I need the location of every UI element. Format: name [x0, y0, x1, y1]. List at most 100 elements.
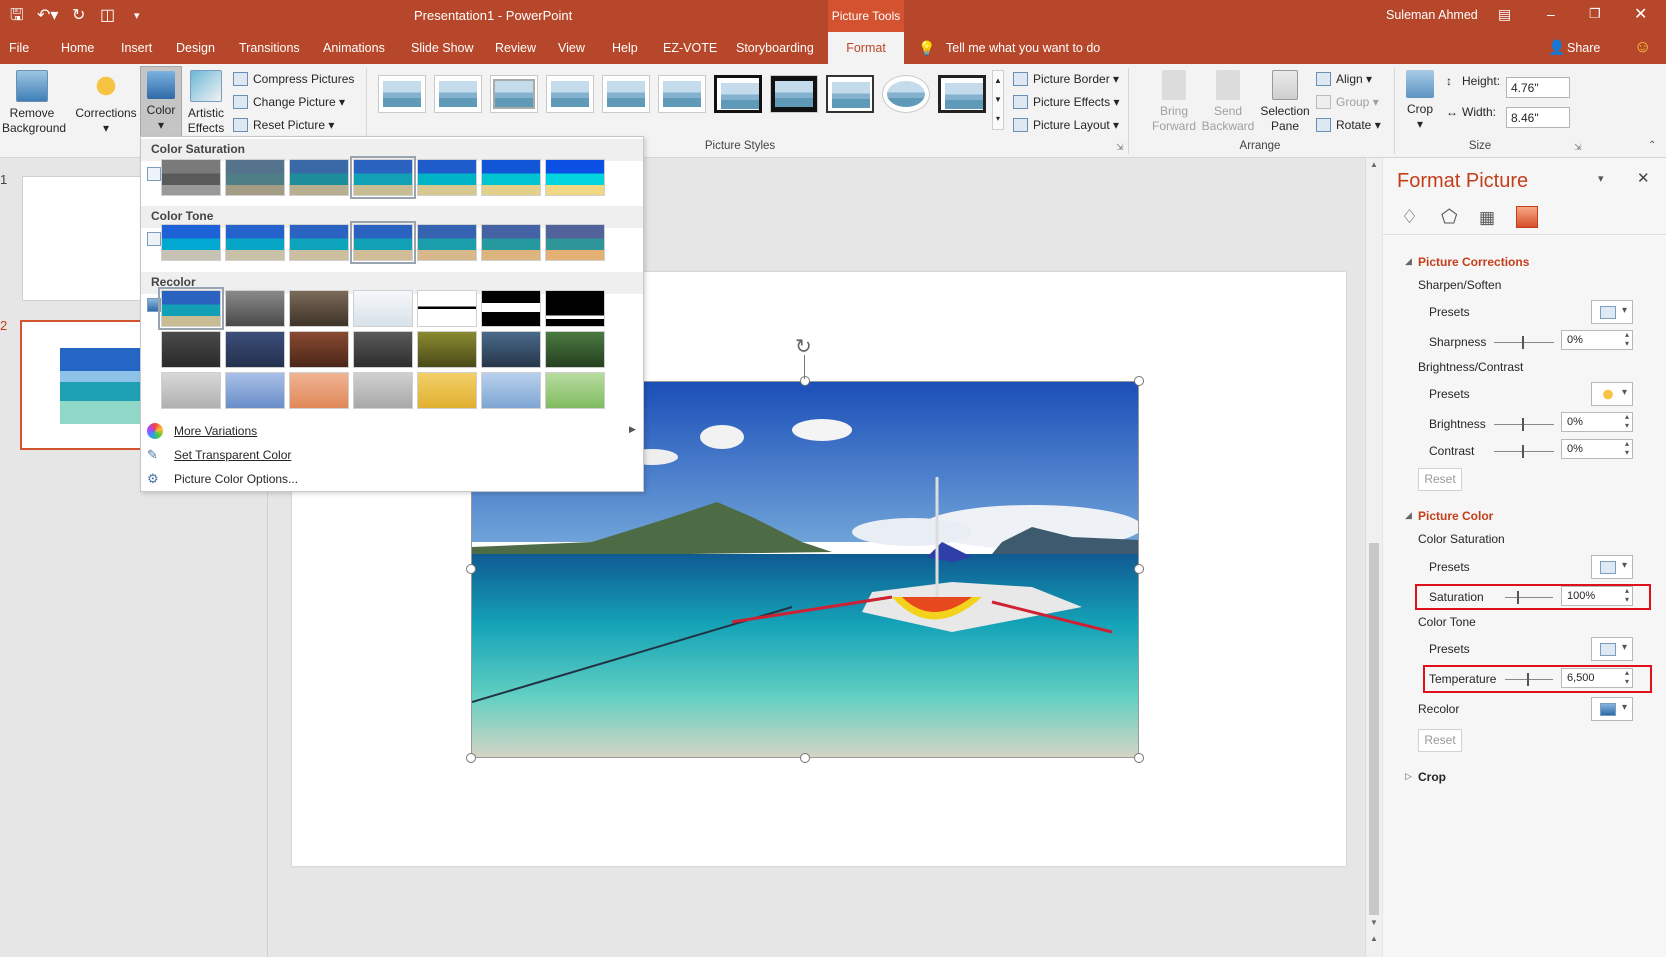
undo-icon[interactable]: ↶▾ [37, 6, 58, 26]
fill-line-icon[interactable]: ♢ [1401, 206, 1418, 229]
picture-style-4[interactable] [546, 75, 594, 113]
saturation-swatch-2[interactable] [225, 159, 285, 196]
redo-icon[interactable]: ↻ [72, 6, 85, 26]
recolor-swatch-12[interactable] [417, 331, 477, 368]
tab-file[interactable]: File [0, 32, 38, 64]
dialog-launcher-icon[interactable]: ⇲ [1116, 142, 1124, 153]
tone-presets-dropdown[interactable] [1591, 637, 1633, 661]
brightness-input[interactable]: 0% [1561, 412, 1633, 432]
recolor-swatch-21[interactable] [545, 372, 605, 409]
saturation-input[interactable]: 100% [1561, 586, 1633, 606]
picture-style-10[interactable] [882, 75, 930, 113]
saturation-swatch-5[interactable] [417, 159, 477, 196]
resize-handle-n[interactable] [800, 376, 810, 386]
resize-handle-w[interactable] [466, 564, 476, 574]
scroll-thumb[interactable] [1369, 543, 1379, 915]
tab-slide-show[interactable]: Slide Show [402, 32, 483, 64]
smiley-feedback-icon[interactable]: ☺ [1634, 37, 1651, 57]
expand-color-icon[interactable]: ◢ [1405, 510, 1412, 521]
size-dialog-launcher-icon[interactable]: ⇲ [1574, 142, 1582, 153]
scroll-down-icon[interactable]: ▼ [1370, 918, 1378, 927]
scroll-up-icon[interactable]: ▲ [1370, 160, 1378, 169]
tone-swatch-5[interactable] [417, 224, 477, 261]
recolor-swatch-6[interactable] [481, 290, 541, 327]
pane-close-icon[interactable]: ✕ [1637, 169, 1650, 187]
ribbon-display-icon[interactable]: ▤ [1498, 6, 1511, 23]
height-input[interactable]: 4.76" [1506, 77, 1570, 98]
sharpen-presets-dropdown[interactable] [1591, 300, 1633, 324]
present-icon[interactable]: ◫ [100, 6, 115, 26]
picture-border-button[interactable]: Picture Border ▾ [1013, 70, 1119, 88]
recolor-swatch-17[interactable] [289, 372, 349, 409]
saturation-swatch-1[interactable] [161, 159, 221, 196]
picture-style-7[interactable] [714, 75, 762, 113]
tab-view[interactable]: View [549, 32, 594, 64]
minimize-icon[interactable]: – [1547, 6, 1555, 22]
compress-pictures-button[interactable]: Compress Pictures [233, 70, 354, 88]
crop-section-header[interactable]: Crop [1418, 770, 1446, 784]
styles-gallery-scroll[interactable]: ▲ ▼ ▾ [992, 70, 1004, 130]
tab-home[interactable]: Home [52, 32, 103, 64]
picture-style-9[interactable] [826, 75, 874, 113]
size-properties-icon[interactable]: ▦ [1479, 208, 1495, 228]
collapse-ribbon-icon[interactable]: ⌃ [1648, 140, 1656, 151]
recolor-swatch-15[interactable] [161, 372, 221, 409]
picture-style-6[interactable] [658, 75, 706, 113]
picture-layout-button[interactable]: Picture Layout ▾ [1013, 116, 1119, 134]
recolor-swatch-13[interactable] [481, 331, 541, 368]
tone-swatch-2[interactable] [225, 224, 285, 261]
resize-handle-se[interactable] [1134, 753, 1144, 763]
customize-qat-icon[interactable]: ▾ [134, 6, 140, 26]
tell-me-search[interactable]: Tell me what you want to do [946, 41, 1100, 55]
expand-corrections-icon[interactable]: ◢ [1405, 256, 1412, 267]
share-button[interactable]: Share [1567, 41, 1600, 55]
recolor-swatch-14[interactable] [545, 331, 605, 368]
recolor-swatch-8[interactable] [161, 331, 221, 368]
crop-button[interactable]: Crop ▾ [1400, 70, 1440, 132]
picture-style-11[interactable] [938, 75, 986, 113]
recolor-swatch-2[interactable] [225, 290, 285, 327]
recolor-swatch-9[interactable] [225, 331, 285, 368]
recolor-dropdown[interactable] [1591, 697, 1633, 721]
close-icon[interactable]: ✕ [1634, 4, 1647, 24]
corrections-button[interactable]: Corrections ▾ [72, 70, 140, 136]
temperature-input[interactable]: 6,500 [1561, 668, 1633, 688]
corrections-reset-button[interactable]: Reset [1418, 468, 1462, 491]
picture-effects-button[interactable]: Picture Effects ▾ [1013, 93, 1120, 111]
recolor-swatch-18[interactable] [353, 372, 413, 409]
recolor-swatch-5[interactable] [417, 290, 477, 327]
tab-storyboarding[interactable]: Storyboarding [727, 32, 823, 64]
tone-swatch-3[interactable] [289, 224, 349, 261]
tab-animations[interactable]: Animations [314, 32, 394, 64]
expand-crop-icon[interactable]: ▷ [1405, 771, 1412, 782]
sharpness-input[interactable]: 0% [1561, 330, 1633, 350]
tone-swatch-1[interactable] [161, 224, 221, 261]
selection-pane-button[interactable]: Selection Pane [1258, 70, 1312, 134]
brightness-presets-dropdown[interactable] [1591, 382, 1633, 406]
effects-pentagon-icon[interactable]: ⬠ [1441, 206, 1458, 229]
brightness-slider[interactable] [1494, 418, 1554, 431]
recolor-swatch-3[interactable] [289, 290, 349, 327]
tone-swatch-4[interactable] [350, 221, 416, 264]
picture-style-1[interactable] [378, 75, 426, 113]
recolor-swatch-7[interactable] [545, 290, 605, 327]
tab-transitions[interactable]: Transitions [230, 32, 309, 64]
recolor-swatch-16[interactable] [225, 372, 285, 409]
saturation-swatch-6[interactable] [481, 159, 541, 196]
change-picture-button[interactable]: Change Picture ▾ [233, 93, 345, 111]
more-variations-item[interactable]: More Variations [174, 424, 257, 438]
slide-vertical-scrollbar[interactable]: ▲ ▼ ▲ [1365, 158, 1382, 957]
restore-icon[interactable]: ❐ [1589, 6, 1601, 22]
picture-tab-icon[interactable] [1516, 206, 1538, 228]
previous-slide-icon[interactable]: ▲ [1370, 934, 1378, 943]
picture-style-2[interactable] [434, 75, 482, 113]
width-input[interactable]: 8.46" [1506, 107, 1570, 128]
saturation-presets-dropdown[interactable] [1591, 555, 1633, 579]
send-backward-button[interactable]: Send Backward [1200, 70, 1256, 134]
recolor-swatch-10[interactable] [289, 331, 349, 368]
color-reset-button[interactable]: Reset [1418, 729, 1462, 752]
tone-swatch-6[interactable] [481, 224, 541, 261]
align-button[interactable]: Align ▾ [1316, 70, 1372, 88]
tab-format[interactable]: Format [828, 32, 904, 64]
reset-picture-button[interactable]: Reset Picture ▾ [233, 116, 334, 134]
